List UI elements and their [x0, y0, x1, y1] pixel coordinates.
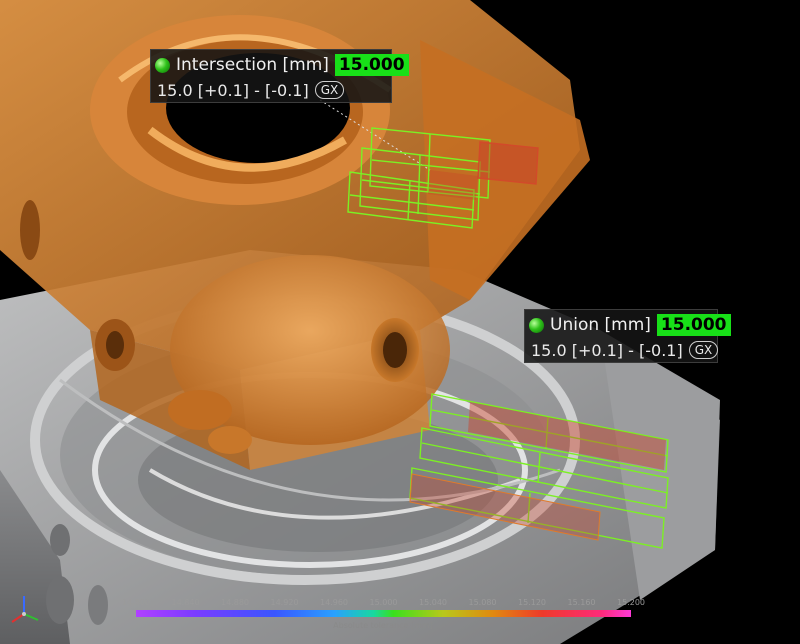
color-legend: 14.800 14.840 14.880 14.920 14.960 15.000 15.0… — [122, 596, 645, 638]
legend-tick-label: 14.800 — [122, 598, 150, 607]
legend-tick-label: 15.200 — [617, 598, 645, 607]
xyz-axis-triad-icon — [11, 596, 39, 623]
legend-caption: Absolute tolerance [mm] — [333, 621, 433, 630]
callout-label: Intersection [mm] — [176, 55, 329, 75]
gx-badge: GX — [314, 81, 345, 99]
legend-tick-label: 15.000 — [369, 598, 398, 607]
callout-value: 15.000 — [656, 314, 731, 336]
3d-viewport[interactable]: Intersection [mm] 15.000 15.0 [+0.1] - [… — [0, 0, 800, 644]
color-scale-bar — [136, 610, 631, 617]
legend-tick-label: 14.840 — [171, 598, 200, 607]
callout-tolerance: 15.0 [+0.1] - [-0.1] — [157, 80, 309, 100]
legend-tick-label: 15.120 — [518, 598, 546, 607]
intersection-callout[interactable]: Intersection [mm] 15.000 15.0 [+0.1] - [… — [150, 49, 409, 103]
callout-label: Union [mm] — [550, 315, 651, 335]
green-status-led-icon — [155, 57, 170, 73]
union-callout[interactable]: Union [mm] 15.000 15.0 [+0.1] - [-0.1] G… — [524, 309, 731, 363]
legend-tick-label: 15.040 — [419, 598, 447, 607]
legend-ticks: 14.800 14.840 14.880 14.920 14.960 15.000 15.0… — [122, 596, 645, 610]
callout-tolerance: 15.0 [+0.1] - [-0.1] — [531, 340, 683, 360]
legend-tick-label: 14.960 — [320, 598, 348, 607]
gx-badge: GX — [688, 341, 719, 359]
legend-tick-label: 15.160 — [567, 598, 596, 607]
legend-tick-label: 14.880 — [221, 598, 249, 607]
legend-tick-label: 14.920 — [270, 598, 299, 607]
green-status-led-icon — [529, 317, 544, 333]
callout-value: 15.000 — [334, 54, 409, 76]
legend-tick-label: 15.080 — [468, 598, 497, 607]
